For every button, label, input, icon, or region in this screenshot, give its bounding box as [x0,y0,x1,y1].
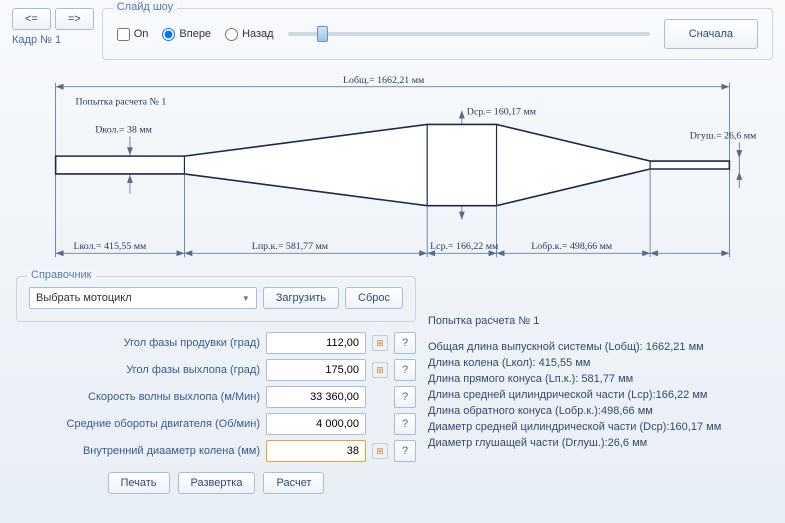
param-label: Средние обороты двигателя (Об/мин) [16,418,260,430]
help-button[interactable]: ? [394,386,416,408]
slideshow-forward-radio[interactable]: Впере [162,28,211,41]
results-text: Попытка расчета № 1 Общая длина выпускно… [428,276,769,494]
reference-panel: Справочник Выбрать мотоцикл ▼ Загрузить … [16,276,416,322]
result-line: Диаметр средней цилиндрической части (Dс… [428,420,769,436]
slider-thumb[interactable] [317,26,328,42]
slideshow-on-checkbox[interactable]: On [117,28,149,41]
forward-radio-input[interactable] [162,28,175,41]
svg-text:Dср.= 160,17 мм: Dср.= 160,17 мм [467,107,537,118]
result-line: Длина колена (Lкол): 415,55 мм [428,356,769,372]
param-row: Угол фазы выхлопа (град) ⊞? [16,359,416,381]
param-input-2[interactable] [266,386,366,408]
unfold-button[interactable]: Развертка [178,472,256,494]
result-line: Общая длина выпускной системы (Lобщ): 16… [428,340,769,356]
calculator-icon[interactable]: ⊞ [372,335,388,351]
param-input-3[interactable] [266,413,366,435]
calculator-icon[interactable]: ⊞ [372,443,388,459]
chevron-down-icon: ▼ [242,294,250,303]
param-label: Угол фазы продувки (град) [16,337,260,349]
result-line: Длина обратного конуса (Lобр.к.):498,66 … [428,404,769,420]
param-row: Средние обороты двигателя (Об/мин)⊞? [16,413,416,435]
reference-title: Справочник [27,269,96,281]
slideshow-back-radio[interactable]: Назад [225,28,274,41]
svg-text:Lобр.к.= 498,66 мм: Lобр.к.= 498,66 мм [531,241,613,252]
result-line: Длина прямого конуса (Lп.к.): 581,77 мм [428,372,769,388]
result-line: Диаметр глушащей части (Dглуш.):26,6 мм [428,436,769,452]
calculate-button[interactable]: Расчет [263,472,324,494]
help-button[interactable]: ? [394,359,416,381]
param-input-4[interactable] [266,440,366,462]
load-button[interactable]: Загрузить [263,287,339,309]
slideshow-title: Слайд шоу [113,1,177,13]
param-label: Угол фазы выхлопа (град) [16,364,260,376]
frame-number-label: Кадр № 1 [12,34,94,46]
restart-button[interactable]: Сначала [664,19,758,49]
svg-text:Lпр.к.= 581,77 мм: Lпр.к.= 581,77 мм [252,241,329,252]
help-button[interactable]: ? [394,440,416,462]
param-row: Скорость волны выхлопа (м/Мин)⊞? [16,386,416,408]
svg-text:Lкол.= 415,55 мм: Lкол.= 415,55 мм [73,241,147,252]
help-button[interactable]: ? [394,413,416,435]
param-label: Скорость волны выхлопа (м/Мин) [16,391,260,403]
param-row: Угол фазы продувки (град) ⊞? [16,332,416,354]
slideshow-on-input[interactable] [117,28,130,41]
next-frame-button[interactable]: => [55,8,94,30]
back-radio-input[interactable] [225,28,238,41]
slideshow-speed-slider[interactable] [288,32,650,36]
svg-text:Lобщ.= 1662,21 мм: Lобщ.= 1662,21 мм [343,75,425,86]
print-button[interactable]: Печать [108,472,170,494]
results-title: Попытка расчета № 1 [428,314,769,330]
result-line: Длина средней цилиндрической части (Lср)… [428,388,769,404]
svg-text:Dкол.= 38 мм: Dкол.= 38 мм [95,124,152,135]
reset-button[interactable]: Сброс [345,287,403,309]
svg-text:Попытка расчета № 1: Попытка расчета № 1 [75,97,166,108]
param-row: Внутренний диааметр колена (мм) ⊞? [16,440,416,462]
prev-frame-button[interactable]: <= [12,8,51,30]
svg-text:Lср.= 166,22 мм: Lср.= 166,22 мм [430,241,499,252]
svg-text:Dгуш.= 26,6 мм: Dгуш.= 26,6 мм [690,130,757,141]
help-button[interactable]: ? [394,332,416,354]
exhaust-diagram: Lобщ.= 1662,21 мм Попытка расчета № 1 Dс… [16,70,769,270]
slideshow-panel: Слайд шоу On Впере Назад Сначала [102,8,773,60]
motorcycle-select[interactable]: Выбрать мотоцикл ▼ [29,287,257,309]
param-label: Внутренний диааметр колена (мм) [16,445,260,457]
param-input-1[interactable] [266,359,366,381]
calculator-icon[interactable]: ⊞ [372,362,388,378]
param-input-0[interactable] [266,332,366,354]
